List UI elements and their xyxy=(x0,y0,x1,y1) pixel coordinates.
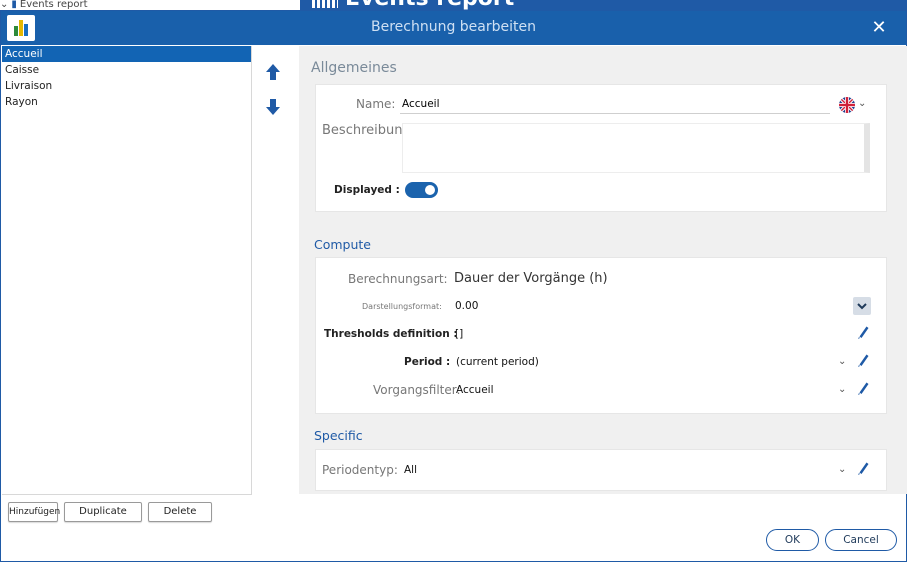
report-icon xyxy=(312,0,338,8)
compute-card: Berechnungsart: Dauer der Vorgänge (h) D… xyxy=(315,257,887,414)
name-field[interactable] xyxy=(400,94,830,114)
section-title-specific: Specific xyxy=(314,428,363,443)
edit-filter-pencil-icon[interactable] xyxy=(856,380,870,396)
edit-period-type-pencil-icon[interactable] xyxy=(856,460,870,476)
chevron-down-icon xyxy=(857,303,867,310)
list-item[interactable]: Livraison xyxy=(2,78,251,94)
chevron-down-icon[interactable]: ⌄ xyxy=(838,464,846,475)
move-down-icon[interactable] xyxy=(265,98,281,116)
chart-icon: ▮ xyxy=(11,0,17,10)
cancel-button[interactable]: Cancel xyxy=(825,529,897,551)
ok-button[interactable]: OK xyxy=(766,529,819,551)
add-button[interactable]: Hinzufügen xyxy=(8,502,60,522)
calculation-list: Accueil Caisse Livraison Rayon xyxy=(2,46,252,495)
list-item[interactable]: Caisse xyxy=(2,62,251,78)
filter-label: Vorgangsfilter: xyxy=(373,383,461,397)
period-type-label: Periodentyp: xyxy=(322,463,398,477)
format-value: 0.00 xyxy=(455,300,479,312)
filter-value[interactable]: Accueil xyxy=(456,384,494,396)
general-card: Name: ⌄ Beschreibung: Displayed : xyxy=(315,84,887,212)
background-app-strip: ⌄ ▮ Events report Events report xyxy=(0,0,907,10)
chevron-down-icon[interactable]: ⌄ xyxy=(858,98,866,109)
background-report-header: Events report xyxy=(300,0,907,10)
background-tree-item: ⌄ ▮ Events report xyxy=(0,0,88,10)
toggle-knob xyxy=(425,185,435,195)
delete-button[interactable]: Delete xyxy=(148,502,212,522)
edit-calculation-dialog: Berechnung bearbeiten ✕ Accueil Caisse L… xyxy=(0,10,907,562)
name-label: Name: xyxy=(356,97,396,111)
dialog-titlebar: Berechnung bearbeiten ✕ xyxy=(1,11,906,45)
uk-flag-icon[interactable] xyxy=(839,97,855,113)
move-up-icon[interactable] xyxy=(265,63,281,81)
section-title-compute: Compute xyxy=(314,237,372,252)
format-dropdown-button[interactable] xyxy=(853,297,871,315)
duplicate-button[interactable]: Duplicate xyxy=(64,502,142,522)
chevron-down-icon[interactable]: ⌄ xyxy=(838,384,846,395)
period-value[interactable]: (current period) xyxy=(456,356,539,368)
displayed-label: Displayed : xyxy=(334,184,400,196)
edit-thresholds-pencil-icon[interactable] xyxy=(856,324,870,340)
thresholds-value: [] xyxy=(455,328,464,340)
section-title-general: Allgemeines xyxy=(311,60,397,76)
thresholds-label: Thresholds definition : xyxy=(324,328,458,340)
calc-type-label: Berechnungsart: xyxy=(348,272,448,286)
format-label: Darstellungsformat: xyxy=(362,302,442,311)
displayed-toggle[interactable] xyxy=(405,182,438,198)
calc-type-value: Dauer der Vorgänge (h) xyxy=(454,271,608,286)
description-field[interactable] xyxy=(402,123,870,173)
period-type-value[interactable]: All xyxy=(404,464,417,476)
list-item[interactable]: Rayon xyxy=(2,94,251,110)
close-icon[interactable]: ✕ xyxy=(868,17,890,39)
properties-panel: Allgemeines Name: ⌄ Beschreibung: Displa… xyxy=(299,46,907,494)
edit-period-pencil-icon[interactable] xyxy=(856,352,870,368)
period-label: Period : xyxy=(404,356,451,368)
specific-card: Periodentyp: All ⌄ xyxy=(315,449,887,491)
list-item[interactable]: Accueil xyxy=(2,46,251,62)
reorder-controls xyxy=(253,46,298,495)
chevron-down-icon: ⌄ xyxy=(0,0,9,10)
chevron-down-icon[interactable]: ⌄ xyxy=(838,356,846,367)
dialog-title: Berechnung bearbeiten xyxy=(370,19,536,35)
